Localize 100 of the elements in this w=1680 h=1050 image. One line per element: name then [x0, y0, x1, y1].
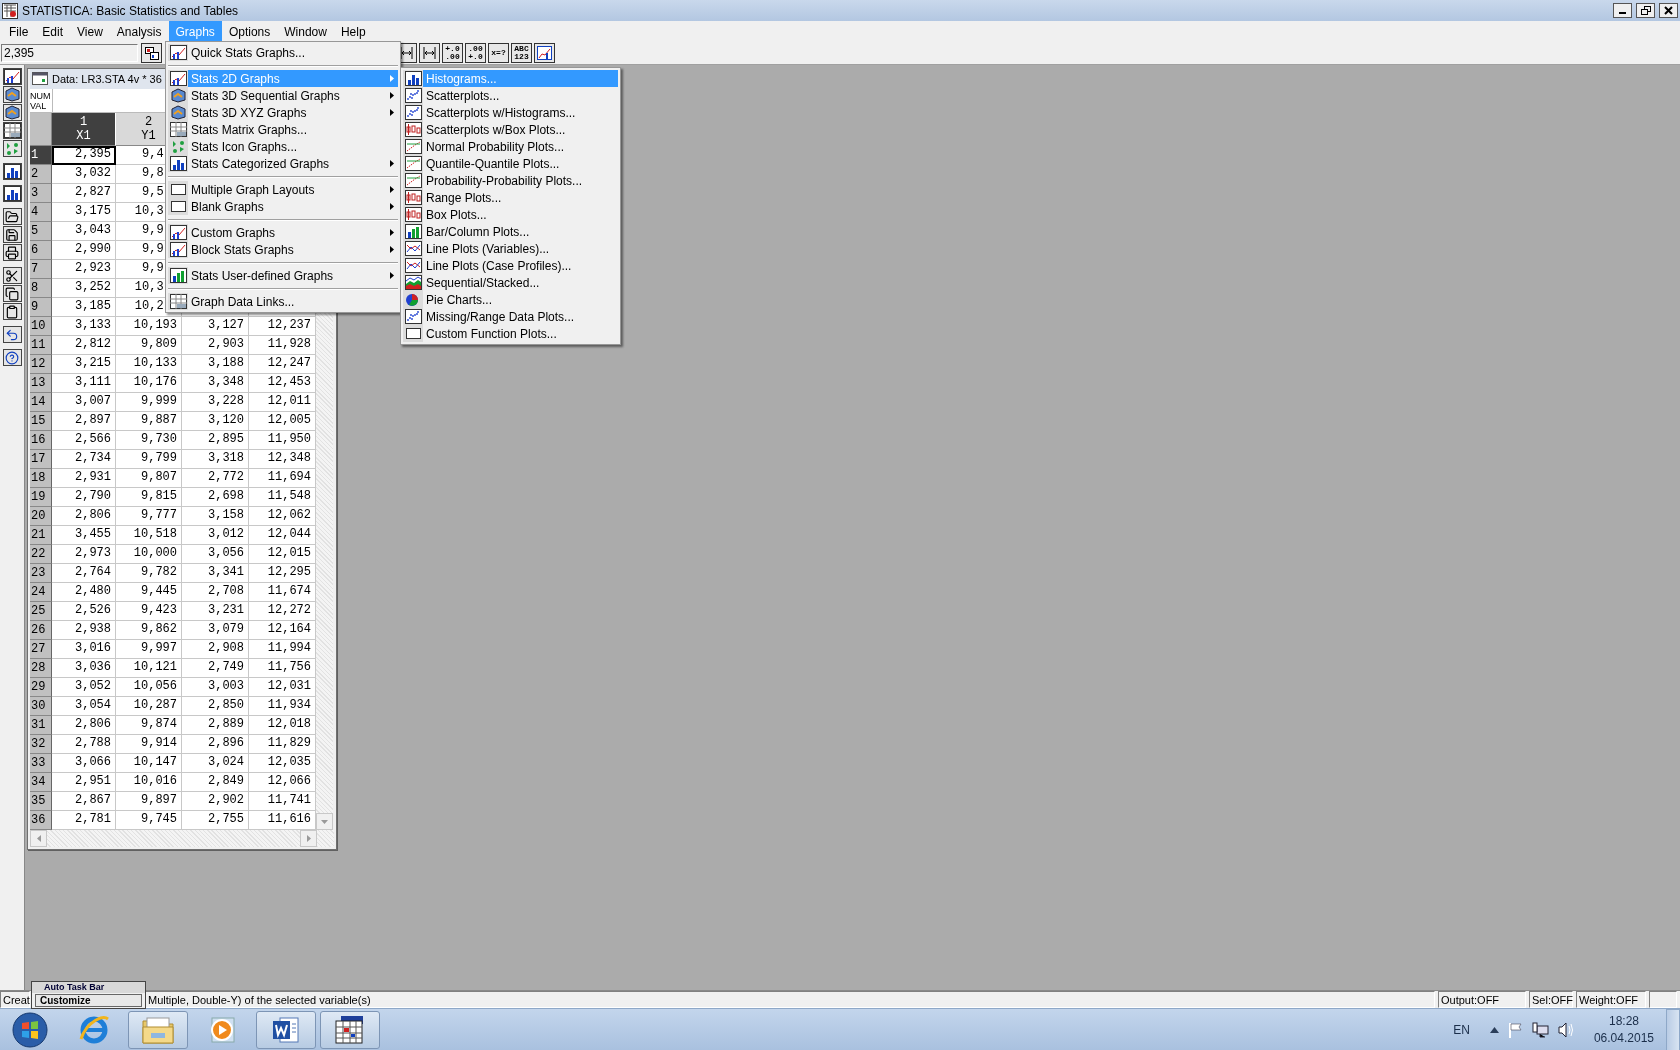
close-icon: [1664, 6, 1673, 15]
menu-item[interactable]: Probability-Probability Plots...: [403, 172, 618, 189]
copy-button[interactable]: [2, 285, 22, 302]
row-header[interactable]: 6: [30, 241, 52, 260]
row-header[interactable]: 10: [30, 317, 52, 336]
menu-item[interactable]: Normal Probability Plots...: [403, 138, 618, 155]
restore-button[interactable]: [1636, 3, 1655, 18]
menu-item[interactable]: Sequential/Stacked...: [403, 274, 618, 291]
row-header[interactable]: 23: [30, 564, 52, 583]
toolbar-button[interactable]: .00 +.0: [465, 43, 486, 63]
chart-button[interactable]: [2, 86, 22, 103]
row-header[interactable]: 8: [30, 279, 52, 298]
cell-value-field[interactable]: 2,395: [1, 44, 138, 62]
open-button[interactable]: [2, 208, 22, 225]
menu-item[interactable]: Line Plots (Case Profiles)...: [403, 257, 618, 274]
row-header[interactable]: 3: [30, 184, 52, 203]
toolbar-button[interactable]: x=?: [488, 43, 509, 63]
menu-item[interactable]: Edit: [35, 21, 71, 42]
menu-item[interactable]: Scatterplots...: [403, 87, 618, 104]
taskbar-app-button[interactable]: [256, 1010, 316, 1049]
row-header[interactable]: 24: [30, 583, 52, 602]
menu-item[interactable]: Pie Charts...: [403, 291, 618, 308]
taskbar-app-button[interactable]: [320, 1010, 380, 1049]
save-button[interactable]: [2, 226, 22, 243]
menu-item[interactable]: Quantile-Quantile Plots...: [403, 155, 618, 172]
menu-item[interactable]: Window: [277, 21, 334, 42]
network-icon[interactable]: [1531, 1021, 1549, 1038]
menu-item[interactable]: View: [70, 21, 110, 42]
up-arrow-icon[interactable]: [1489, 1026, 1499, 1033]
undo-icon: [5, 327, 19, 342]
paste-button[interactable]: [2, 303, 22, 320]
chart-button[interactable]: [2, 163, 22, 180]
row-header[interactable]: 20: [30, 507, 52, 526]
menu-item[interactable]: Missing/Range Data Plots...: [403, 308, 618, 325]
menu-item[interactable]: Options: [221, 21, 278, 42]
row-header[interactable]: 2: [30, 165, 52, 184]
menu-item[interactable]: Box Plots...: [403, 206, 618, 223]
toolbar-button[interactable]: [534, 43, 555, 63]
table-cell: 10,000: [116, 545, 182, 564]
toolbar-button[interactable]: [419, 43, 440, 63]
grid-button[interactable]: [2, 122, 22, 139]
menu-item[interactable]: Custom Function Plots...: [403, 325, 618, 342]
menu-item[interactable]: Quick Stats Graphs...: [168, 44, 398, 61]
row-header[interactable]: 28: [30, 659, 52, 678]
chart-button[interactable]: [2, 185, 22, 202]
toolbar-button[interactable]: ABC 123: [511, 43, 532, 63]
close-button[interactable]: [1659, 3, 1678, 18]
row-header[interactable]: 30: [30, 697, 52, 716]
row-header[interactable]: 12: [30, 355, 52, 374]
menu-item[interactable]: Bar/Column Plots...: [403, 223, 618, 240]
row-header[interactable]: 15: [30, 412, 52, 431]
clock[interactable]: 18:28 06.04.2015: [1593, 1012, 1654, 1047]
chart-button[interactable]: [2, 140, 22, 157]
row-header[interactable]: 22: [30, 545, 52, 564]
row-header[interactable]: 33: [30, 754, 52, 773]
row-header[interactable]: 25: [30, 602, 52, 621]
help-button[interactable]: [2, 349, 22, 366]
chart-button[interactable]: [2, 104, 22, 121]
menu-item[interactable]: Analysis: [109, 21, 169, 42]
row-header[interactable]: 29: [30, 678, 52, 697]
row-header[interactable]: 21: [30, 526, 52, 545]
row-header[interactable]: 31: [30, 716, 52, 735]
toolbar-button[interactable]: +.0 .00: [442, 43, 463, 63]
row-header[interactable]: 36: [30, 811, 52, 830]
row-header[interactable]: 16: [30, 431, 52, 450]
menu-item[interactable]: File: [2, 21, 36, 42]
row-header[interactable]: 34: [30, 773, 52, 792]
row-header[interactable]: 7: [30, 260, 52, 279]
language-indicator[interactable]: EN: [1453, 1022, 1470, 1037]
row-header[interactable]: 9: [30, 298, 52, 317]
row-header[interactable]: 35: [30, 792, 52, 811]
row-header[interactable]: 11: [30, 336, 52, 355]
undo-button[interactable]: [2, 326, 22, 343]
row-header[interactable]: 5: [30, 222, 52, 241]
row-header[interactable]: 4: [30, 203, 52, 222]
row-header[interactable]: 32: [30, 735, 52, 754]
row-header[interactable]: 1: [30, 146, 52, 165]
menu-item[interactable]: Stats 3D Sequential Graphs: [168, 87, 398, 104]
minimize-button[interactable]: [1613, 3, 1632, 18]
flag-icon[interactable]: [1507, 1021, 1523, 1038]
menu-item[interactable]: Line Plots (Variables)...: [403, 240, 618, 257]
cut-button[interactable]: [2, 267, 22, 284]
row-header[interactable]: 14: [30, 393, 52, 412]
customize-button[interactable]: Customize: [35, 994, 142, 1007]
menu-item[interactable]: Scatterplots w/Histograms...: [403, 104, 618, 121]
column-header[interactable]: 1 X1: [52, 113, 116, 146]
speaker-icon[interactable]: [1557, 1021, 1575, 1038]
go-to-button[interactable]: [141, 43, 162, 63]
menu-item[interactable]: Scatterplots w/Box Plots...: [403, 121, 618, 138]
menu-item[interactable]: Range Plots...: [403, 189, 618, 206]
chart-button[interactable]: [2, 68, 22, 85]
row-header[interactable]: 13: [30, 374, 52, 393]
row-header[interactable]: 17: [30, 450, 52, 469]
menu-item[interactable]: Help: [333, 21, 373, 42]
print-button[interactable]: [2, 244, 22, 261]
row-header[interactable]: 18: [30, 469, 52, 488]
table-cell: 3,133: [52, 317, 116, 336]
row-header[interactable]: 27: [30, 640, 52, 659]
row-header[interactable]: 26: [30, 621, 52, 640]
row-header[interactable]: 19: [30, 488, 52, 507]
